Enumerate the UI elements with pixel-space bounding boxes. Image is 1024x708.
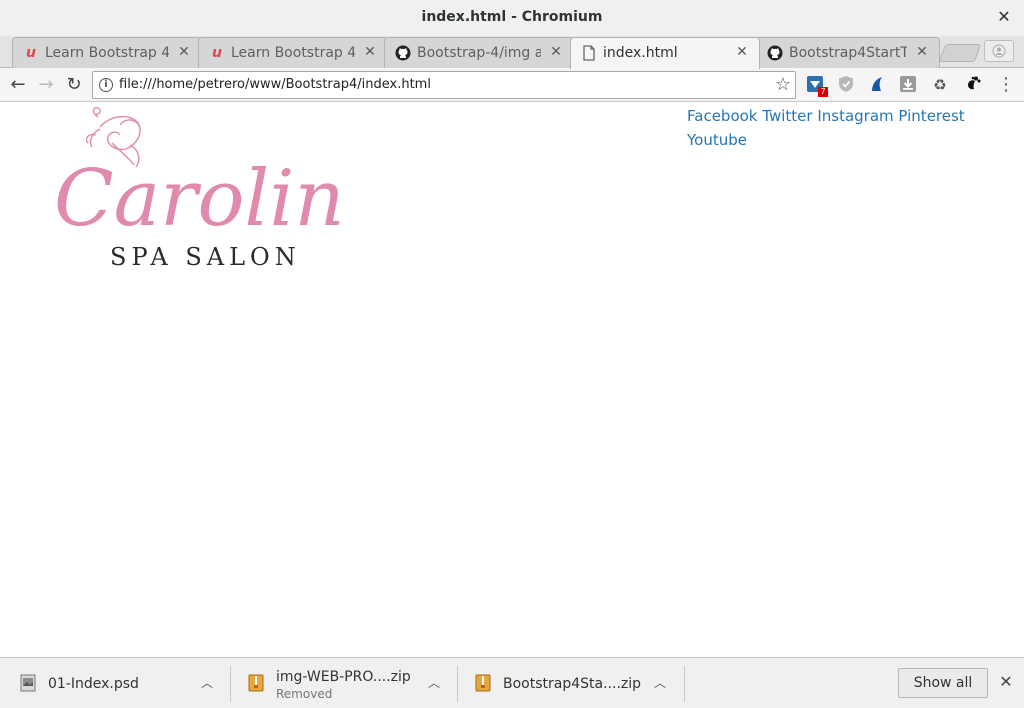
- title-bar: index.html - Chromium ✕: [0, 0, 1024, 36]
- profile-icon[interactable]: [984, 40, 1014, 62]
- close-download-bar-icon[interactable]: ✕: [996, 672, 1016, 692]
- tab-label: Learn Bootstrap 4: [231, 45, 355, 61]
- window-title: index.html - Chromium: [421, 9, 603, 25]
- gnome-icon[interactable]: [963, 75, 983, 95]
- back-arrow-icon[interactable]: ←: [6, 73, 30, 97]
- tab-strip: u Learn Bootstrap 4 ✕ u Learn Bootstrap …: [0, 36, 1024, 69]
- tab-label: Bootstrap-4/img at: [417, 45, 541, 61]
- tab-label: Bootstrap4StartTe: [789, 45, 907, 61]
- show-all-button[interactable]: Show all: [898, 668, 988, 698]
- download-bar: 01-Index.psd ︿ img-WEB-PRO....zip Remove…: [0, 657, 1024, 708]
- github-icon: [767, 45, 783, 61]
- download-item[interactable]: Bootstrap4Sta....zip ︿: [455, 658, 685, 708]
- youtube-link[interactable]: Youtube: [687, 131, 747, 149]
- logo-subtitle: SPA SALON: [110, 243, 301, 271]
- facebook-link[interactable]: Facebook: [687, 107, 757, 125]
- tab-learn-bootstrap-1[interactable]: u Learn Bootstrap 4 ✕: [12, 37, 202, 68]
- carolina-spa-logo: Carolina SPA SALON: [40, 105, 391, 275]
- recycle-icon[interactable]: ♻: [930, 75, 950, 95]
- instagram-link[interactable]: Instagram: [817, 107, 893, 125]
- extension-blue-icon[interactable]: [867, 75, 887, 95]
- bookmark-star-icon[interactable]: ☆: [775, 74, 791, 95]
- chevron-up-icon[interactable]: ︿: [652, 675, 668, 691]
- forward-arrow-icon[interactable]: →: [34, 73, 58, 97]
- tab-bootstrap-img[interactable]: Bootstrap-4/img at ✕: [384, 37, 574, 68]
- udemy-icon: u: [212, 45, 222, 61]
- new-tab-button[interactable]: [938, 44, 982, 62]
- tab-bootstrap4-start[interactable]: Bootstrap4StartTe ✕: [756, 37, 940, 68]
- tab-close-icon[interactable]: ✕: [363, 44, 377, 60]
- menu-icon[interactable]: ⋮: [996, 73, 1016, 97]
- tab-learn-bootstrap-2[interactable]: u Learn Bootstrap 4 ✕: [198, 37, 388, 68]
- pinterest-link[interactable]: Pinterest: [898, 107, 964, 125]
- download-icon[interactable]: [898, 75, 918, 95]
- window-close-button[interactable]: ✕: [994, 7, 1014, 27]
- tab-close-icon[interactable]: ✕: [549, 44, 563, 60]
- zip-file-icon: [248, 674, 264, 692]
- page-content: Carolina SPA SALON Facebook Twitter Inst…: [0, 103, 1024, 657]
- zip-file-icon: [475, 674, 491, 692]
- tab-index-html[interactable]: index.html ✕: [570, 37, 760, 69]
- download-filename: Bootstrap4Sta....zip: [503, 676, 642, 692]
- tab-label: Learn Bootstrap 4: [45, 45, 169, 61]
- document-icon: [581, 45, 597, 61]
- tab-close-icon[interactable]: ✕: [915, 44, 929, 60]
- chevron-up-icon[interactable]: ︿: [199, 675, 215, 691]
- info-icon[interactable]: i: [99, 78, 113, 92]
- download-status: Removed: [276, 687, 333, 701]
- twitter-link[interactable]: Twitter: [762, 107, 812, 125]
- download-item[interactable]: 01-Index.psd ︿: [0, 658, 230, 708]
- tab-close-icon[interactable]: ✕: [177, 44, 191, 60]
- social-links: Facebook Twitter Instagram Pinterest You…: [687, 104, 987, 152]
- github-icon: [395, 45, 411, 61]
- toolbar: ← → ↻ i file:///home/petrero/www/Bootstr…: [0, 68, 1024, 102]
- download-filename: img-WEB-PRO....zip: [276, 669, 411, 685]
- download-item[interactable]: img-WEB-PRO....zip Removed ︿: [228, 658, 458, 708]
- extension-badge: 7: [818, 87, 828, 97]
- divider: [684, 666, 685, 702]
- image-file-icon: [20, 674, 36, 692]
- tab-close-icon[interactable]: ✕: [735, 44, 749, 60]
- logo-script-text: Carolina: [54, 154, 340, 244]
- url-text[interactable]: file:///home/petrero/www/Bootstrap4/inde…: [119, 77, 431, 92]
- download-filename: 01-Index.psd: [48, 676, 139, 692]
- tab-label: index.html: [603, 45, 678, 61]
- udemy-icon: u: [26, 45, 36, 61]
- shield-icon[interactable]: [836, 75, 856, 95]
- reload-icon[interactable]: ↻: [62, 73, 86, 97]
- address-bar[interactable]: i file:///home/petrero/www/Bootstrap4/in…: [92, 71, 796, 99]
- browser-window: index.html - Chromium ✕ u Learn Bootstra…: [0, 0, 1024, 708]
- chevron-up-icon[interactable]: ︿: [426, 675, 442, 691]
